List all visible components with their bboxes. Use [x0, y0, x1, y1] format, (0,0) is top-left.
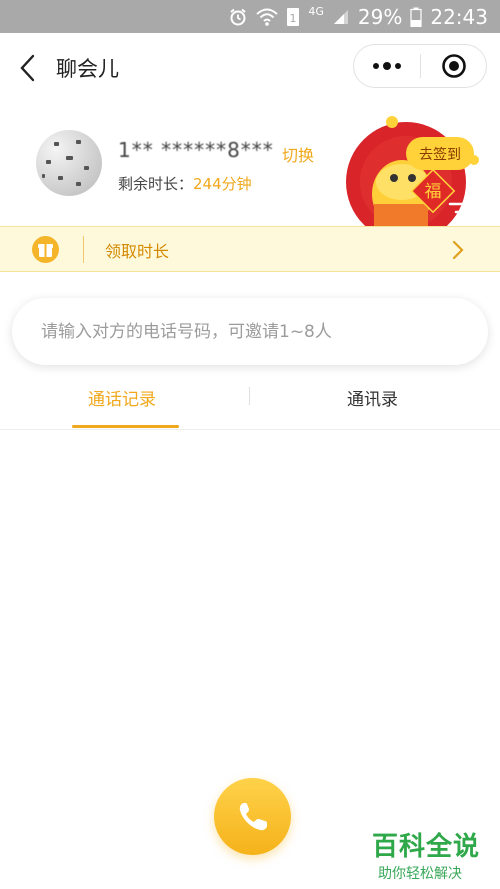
chevron-right-icon — [452, 240, 464, 260]
tab-divider — [249, 387, 250, 405]
remaining-time-label: 剩余时长： — [118, 175, 194, 193]
watermark-subtitle: 助你轻松解决 — [378, 866, 462, 882]
switch-account-link[interactable]: 切换 — [282, 142, 314, 166]
more-button[interactable] — [354, 45, 420, 87]
back-arrow-icon — [20, 54, 35, 82]
close-mini-program-button[interactable] — [421, 45, 486, 87]
clock: 22:43 — [430, 4, 488, 29]
claim-duration-label: 领取时长 — [105, 242, 170, 261]
mini-program-capsule — [353, 44, 487, 88]
call-button[interactable] — [214, 778, 291, 855]
fu-character: 福 — [425, 182, 442, 202]
battery-percent: 29% — [357, 4, 403, 29]
alarm-icon — [228, 7, 248, 27]
remaining-time-value: 244分钟 — [193, 175, 252, 193]
avatar[interactable] — [36, 130, 102, 196]
battery-icon — [410, 7, 422, 27]
claim-duration-banner[interactable]: 领取时长 — [0, 226, 500, 272]
more-dots-icon — [373, 62, 401, 70]
phone-number: 1** ******8*** — [118, 138, 274, 162]
watermark-title: 百科全说 — [372, 832, 481, 862]
claim-divider — [83, 236, 84, 263]
tab-contacts[interactable]: 通讯录 — [347, 385, 398, 410]
sign-in-button[interactable]: 去签到 — [406, 137, 474, 170]
tab-bar: 通话记录 通讯录 — [0, 365, 500, 430]
svg-text:1: 1 — [290, 12, 297, 25]
back-button[interactable] — [14, 51, 44, 85]
phone-number-input[interactable] — [39, 320, 488, 343]
status-bar: 1 4G 29% 22:43 — [0, 0, 500, 33]
active-tab-indicator — [72, 425, 179, 428]
nav-bar: 聊会儿 — [0, 33, 500, 101]
wifi-icon — [256, 7, 279, 27]
gift-icon — [32, 236, 59, 263]
signal-icon — [332, 8, 350, 26]
phone-search-box — [12, 298, 488, 365]
target-circle-icon — [441, 54, 466, 78]
tab-call-history[interactable]: 通话记录 — [88, 385, 156, 410]
page-title: 聊会儿 — [56, 57, 119, 81]
network-type: 4G — [308, 5, 324, 18]
sim-card-icon: 1 — [286, 7, 300, 27]
remaining-time: 剩余时长：244分钟 — [118, 173, 252, 194]
phone-icon — [239, 802, 267, 830]
app-screen: 1 4G 29% 22:43 聊会儿 1** ******8*** 切换 剩余时… — [0, 0, 500, 889]
watermark: 百科全说 助你轻松解决 — [372, 826, 492, 883]
